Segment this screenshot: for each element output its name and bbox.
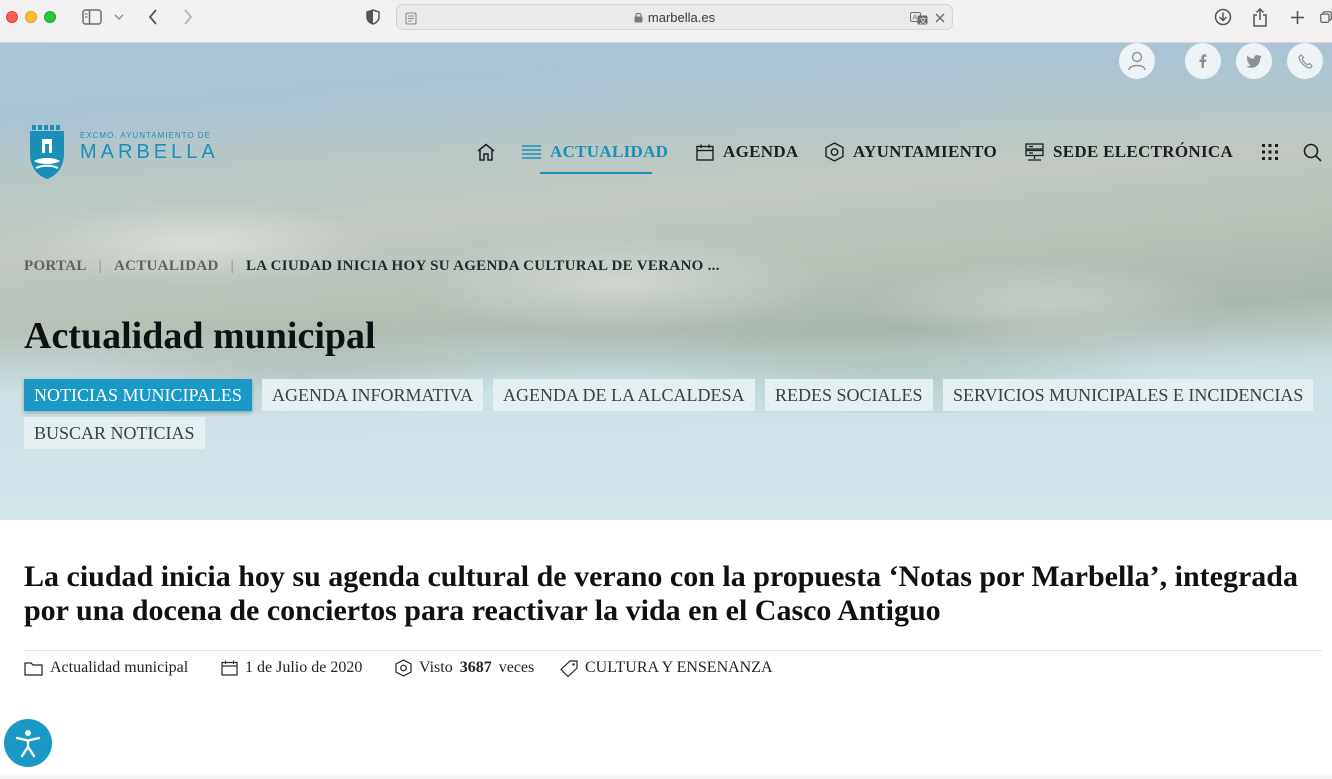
logo-title: MARBELLA [80, 141, 219, 163]
facebook-button[interactable] [1185, 43, 1221, 79]
forward-icon[interactable] [179, 6, 197, 28]
breadcrumb-portal[interactable]: PORTAL [24, 258, 87, 275]
nav-item-label: AGENDA [723, 142, 799, 161]
translate-icon[interactable]: A文 [909, 7, 929, 29]
search-button[interactable] [1303, 140, 1322, 164]
breadcrumb-current: LA CIUDAD INICIA HOY SU AGENDA CULTURAL … [245, 257, 720, 274]
article-date-label: 1 de Julio de 2020 [245, 659, 363, 676]
hexagon-icon [395, 659, 412, 677]
tab-noticias-municipales[interactable]: NOTICIAS MUNICIPALES [24, 379, 252, 411]
tab-servicios-municipales[interactable]: SERVICIOS MUNICIPALES E INCIDENCIAS [943, 379, 1314, 411]
share-icon[interactable] [1249, 6, 1271, 28]
home-button[interactable] [476, 140, 496, 164]
phone-button[interactable] [1287, 43, 1323, 79]
nav-item-sede-electronica[interactable]: SEDE ELECTRÓNICA [1025, 140, 1233, 164]
nav-item-actualidad[interactable]: ACTUALIDAD [522, 140, 668, 164]
url-label: marbella.es [647, 10, 716, 25]
twitter-icon [1246, 54, 1262, 68]
nav-item-label: AYUNTAMIENTO [853, 142, 998, 161]
tab-redes-sociales[interactable]: REDES SOCIALES [765, 379, 933, 411]
menu-lines-icon [522, 145, 541, 159]
url-text[interactable]: marbella.es [397, 10, 952, 25]
bottom-edge [0, 772, 1332, 779]
svg-text:A: A [913, 13, 918, 21]
page-title: Actualidad municipal [24, 315, 376, 357]
views-prefix: Visto [419, 659, 453, 676]
article-category[interactable]: Actualidad municipal [24, 657, 188, 679]
tag-icon [560, 659, 578, 677]
privacy-shield-icon[interactable] [363, 6, 383, 28]
sidebar-toggle-icon[interactable] [80, 6, 104, 28]
facebook-icon [1199, 54, 1207, 68]
minimize-window-button[interactable] [25, 11, 37, 23]
downloads-icon[interactable] [1212, 6, 1234, 28]
nav-item-label: ACTUALIDAD [550, 142, 669, 161]
server-icon [1025, 142, 1044, 161]
article-tag[interactable]: CULTURA Y ENSENANZA [560, 657, 773, 679]
views-count: 3687 [459, 659, 492, 676]
user-login-button[interactable] [1119, 43, 1155, 79]
twitter-button[interactable] [1236, 43, 1272, 79]
meta-divider [24, 650, 1322, 651]
accessibility-icon [15, 730, 41, 758]
phone-icon [1297, 53, 1313, 69]
breadcrumb: PORTAL | ACTUALIDAD | LA CIUDAD INICIA H… [24, 256, 720, 276]
breadcrumb-separator: | [98, 257, 102, 274]
browser-toolbar: marbella.es A文 [0, 0, 1332, 43]
article-date: 1 de Julio de 2020 [221, 657, 362, 679]
close-window-button[interactable] [6, 11, 18, 23]
svg-text:文: 文 [920, 16, 927, 25]
nav-item-agenda[interactable]: AGENDA [696, 140, 798, 164]
lock-icon [634, 12, 643, 23]
tab-agenda-informativa[interactable]: AGENDA INFORMATIVA [262, 379, 484, 411]
article-views: Visto 3687 veces [395, 657, 534, 679]
views-suffix: veces [498, 659, 535, 676]
nav-item-ayuntamiento[interactable]: AYUNTAMIENTO [825, 140, 997, 164]
accessibility-button[interactable] [4, 719, 52, 767]
calendar-icon [696, 144, 714, 161]
apps-grid-button[interactable] [1262, 140, 1278, 164]
hexagon-icon [825, 142, 844, 162]
article-tag-label: CULTURA Y ENSENANZA [585, 659, 773, 676]
chevron-down-icon[interactable] [112, 6, 126, 28]
tab-agenda-alcaldesa[interactable]: AGENDA DE LA ALCALDESA [493, 379, 755, 411]
nav-item-label: SEDE ELECTRÓNICA [1053, 142, 1234, 161]
clear-url-icon[interactable] [932, 7, 948, 29]
search-icon [1303, 143, 1322, 162]
breadcrumb-separator: | [230, 257, 234, 274]
tab-buscar-noticias[interactable]: BUSCAR NOTICIAS [24, 417, 205, 449]
calendar-icon [221, 660, 238, 676]
nav-active-indicator [540, 172, 652, 174]
zoom-window-button[interactable] [44, 11, 56, 23]
grid-icon [1262, 144, 1278, 160]
tab-overview-icon[interactable] [1320, 6, 1332, 28]
logo-subtitle: EXCMO. AYUNTAMIENTO DE [80, 131, 211, 140]
breadcrumb-actualidad[interactable]: ACTUALIDAD [114, 258, 219, 275]
marbella-logo[interactable]: EXCMO. AYUNTAMIENTO DE MARBELLA [28, 123, 228, 181]
address-bar[interactable]: marbella.es A文 [396, 4, 953, 30]
new-tab-icon[interactable] [1286, 6, 1308, 28]
article-category-label: Actualidad municipal [50, 659, 189, 676]
back-icon[interactable] [144, 6, 162, 28]
hero-banner: EXCMO. AYUNTAMIENTO DE MARBELLA ACTUALID… [0, 43, 1332, 520]
coat-of-arms-icon [30, 125, 64, 179]
user-icon [1128, 51, 1146, 71]
home-icon [477, 143, 495, 161]
article-title: La ciudad inicia hoy su agenda cultural … [24, 560, 1298, 627]
folder-icon [24, 661, 43, 676]
